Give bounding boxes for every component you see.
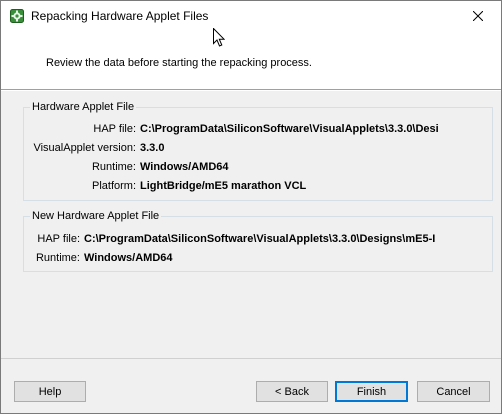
hap-file-value: C:\ProgramData\SiliconSoftware\VisualApp… xyxy=(140,123,439,135)
close-button[interactable] xyxy=(455,1,501,31)
new-runtime-label: Runtime: xyxy=(35,252,80,264)
new-hap-file-label: HAP file: xyxy=(37,233,80,245)
cancel-button[interactable]: Cancel xyxy=(417,381,490,402)
repacking-dialog: Repacking Hardware Applet Files Review t… xyxy=(0,0,502,414)
header-divider xyxy=(1,89,501,91)
close-icon xyxy=(473,11,483,21)
visualapplet-version-row: VisualApplet version: 3.3.0 xyxy=(24,140,492,156)
visualapplet-version-value: 3.3.0 xyxy=(140,142,165,154)
mouse-cursor-icon xyxy=(213,27,226,50)
runtime-row: Runtime: Windows/AMD64 xyxy=(24,159,492,175)
new-hap-file-value: C:\ProgramData\SiliconSoftware\VisualApp… xyxy=(84,233,436,245)
footer-divider xyxy=(1,358,501,359)
runtime-value: Windows/AMD64 xyxy=(140,161,229,173)
window-title: Repacking Hardware Applet Files xyxy=(31,9,209,23)
hardware-applet-file-group: Hardware Applet File HAP file: C:\Progra… xyxy=(23,100,493,201)
platform-row: Platform: LightBridge/mE5 marathon VCL xyxy=(24,178,492,194)
new-runtime-value: Windows/AMD64 xyxy=(84,252,173,264)
new-hardware-applet-file-group: New Hardware Applet File HAP file: C:\Pr… xyxy=(23,209,493,272)
finish-button[interactable]: Finish xyxy=(335,381,408,402)
platform-label: Platform: xyxy=(91,180,136,192)
applet-gear-icon xyxy=(10,9,24,23)
new-hap-file-row: HAP file: C:\ProgramData\SiliconSoftware… xyxy=(24,231,492,247)
help-button[interactable]: Help xyxy=(14,381,86,402)
hap-file-label: HAP file: xyxy=(93,123,136,135)
runtime-label: Runtime: xyxy=(91,161,136,173)
new-runtime-row: Runtime: Windows/AMD64 xyxy=(24,250,492,266)
page-subtitle: Review the data before starting the repa… xyxy=(46,57,312,69)
group-title: New Hardware Applet File xyxy=(30,209,162,223)
platform-value: LightBridge/mE5 marathon VCL xyxy=(140,180,307,192)
header-panel: Review the data before starting the repa… xyxy=(1,31,501,89)
group-title: Hardware Applet File xyxy=(30,100,137,114)
hap-file-row: HAP file: C:\ProgramData\SiliconSoftware… xyxy=(24,121,492,137)
visualapplet-version-label: VisualApplet version: xyxy=(33,142,136,154)
back-button[interactable]: < Back xyxy=(256,381,328,402)
title-bar: Repacking Hardware Applet Files xyxy=(1,1,501,31)
